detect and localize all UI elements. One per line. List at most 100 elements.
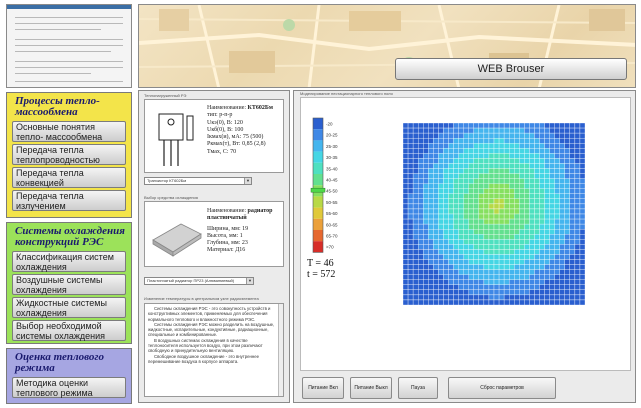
sidebar-item[interactable]: Передача тепла конвекцией [12, 167, 126, 188]
heat-cell [508, 289, 515, 296]
heat-cell [448, 244, 454, 250]
heat-cell [493, 299, 500, 305]
heat-cell [508, 123, 515, 129]
heat-cell [498, 289, 505, 296]
heat-cell [468, 143, 474, 149]
heat-cell [544, 244, 550, 250]
legend-swatch [313, 241, 323, 253]
heat-cell [483, 193, 490, 200]
heat-cell [412, 294, 419, 301]
heat-cell [463, 269, 469, 275]
heat-cell [544, 249, 550, 255]
heat-cell [549, 244, 555, 250]
heat-cell [443, 198, 449, 205]
power-on-button[interactable]: Питание Вкл [302, 377, 344, 399]
heat-cell [463, 244, 469, 250]
heat-cell [463, 193, 469, 200]
heat-cell [498, 137, 505, 144]
heat-cell [407, 269, 414, 275]
heat-cell [493, 143, 500, 149]
sidebar-item[interactable]: Основные понятия тепло- массообмена [12, 121, 126, 142]
power-off-button[interactable]: Питание Выкл [350, 377, 392, 399]
heat-cell [473, 148, 480, 154]
heat-cell [503, 188, 510, 194]
heat-cell [468, 137, 474, 144]
heat-cell [549, 148, 555, 154]
sidebar-item[interactable]: Передача тепла излучением [12, 190, 126, 211]
heat-cell [428, 153, 434, 159]
heat-cell [463, 294, 469, 301]
heat-cell [407, 123, 414, 129]
heat-cell [564, 132, 571, 139]
heat-cell [458, 228, 464, 235]
heat-cell [569, 178, 576, 184]
heat-cell [574, 178, 581, 184]
legend-label: 50-55 [326, 200, 338, 205]
heat-cell [534, 249, 540, 255]
sidebar-item[interactable]: Методика оценки теплового режима [12, 377, 126, 398]
heat-cell [488, 208, 495, 215]
heat-cell [468, 259, 474, 265]
heat-cell [574, 198, 581, 205]
notes-text-area[interactable]: Системы охлаждения РЭС - это совокупност… [144, 303, 284, 397]
heat-cell [463, 249, 469, 255]
heat-cell [438, 148, 444, 154]
heat-cell [417, 137, 424, 144]
heat-cell [428, 178, 434, 184]
heat-cell [514, 203, 520, 210]
heat-cell [433, 294, 439, 301]
heat-cell [569, 294, 576, 301]
sidebar-item[interactable]: Выбор необходимой системы охлаждения [12, 320, 126, 341]
heat-cell [544, 193, 550, 200]
heat-cell [554, 254, 560, 260]
chevron-down-icon[interactable]: ▼ [246, 278, 253, 284]
heat-cell [539, 284, 545, 291]
heat-cell [519, 137, 525, 144]
heat-cell [539, 264, 545, 270]
heat-cell [417, 289, 424, 296]
notes-paragraph: Системы охлаждения РЭС можно разделить н… [148, 321, 275, 338]
heat-cell [554, 228, 560, 235]
heat-cell [559, 198, 565, 205]
heat-cell [544, 188, 550, 194]
heat-cell [407, 148, 414, 154]
heat-cell [579, 274, 585, 280]
heat-cell [412, 244, 419, 250]
heat-cell [433, 127, 439, 134]
sidebar-item[interactable]: Классификация систем охлаждения [12, 251, 126, 272]
heat-cell [483, 208, 490, 215]
heat-cell [428, 188, 434, 194]
transistor-select[interactable]: Транзистор КТ602Бм ▼ [144, 177, 252, 185]
sidebar-item[interactable]: Передача тепла теплопроводностью [12, 144, 126, 165]
radiator-select[interactable]: Пластинчатый радиатор ПР23 (Алюминиевый)… [144, 277, 254, 285]
heat-cell [519, 228, 525, 235]
heat-cell [403, 244, 409, 250]
heat-cell [498, 213, 505, 220]
heat-cell [503, 259, 510, 265]
heat-cell [478, 249, 485, 255]
pause-button[interactable]: Пауза [398, 377, 438, 399]
heat-cell [412, 188, 419, 194]
map-view[interactable]: WEB Brouser [138, 4, 636, 88]
reset-parameters-button[interactable]: Сброс параметров [448, 377, 556, 399]
heat-cell [417, 168, 424, 174]
heat-cell [529, 143, 535, 149]
sidebar-item[interactable]: Воздушные системы охлаждения [12, 274, 126, 295]
heat-cell [478, 213, 485, 220]
heat-cell [428, 274, 434, 280]
heat-cell [458, 299, 464, 305]
chevron-down-icon[interactable]: ▼ [244, 178, 251, 184]
heat-cell [412, 198, 419, 205]
heat-cell [473, 249, 480, 255]
heat-cell [514, 153, 520, 159]
notes-scrollbar[interactable] [278, 304, 283, 396]
heat-cell [473, 259, 480, 265]
sidebar-item[interactable]: Жидкостные системы охлаждения [12, 297, 126, 318]
heat-cell [468, 153, 474, 159]
heat-cell [524, 168, 530, 174]
heat-cell [403, 239, 409, 245]
web-browser-button[interactable]: WEB Brouser [395, 58, 627, 80]
heat-cell [448, 218, 454, 225]
heat-cell [488, 223, 495, 230]
heat-cell [488, 269, 495, 275]
